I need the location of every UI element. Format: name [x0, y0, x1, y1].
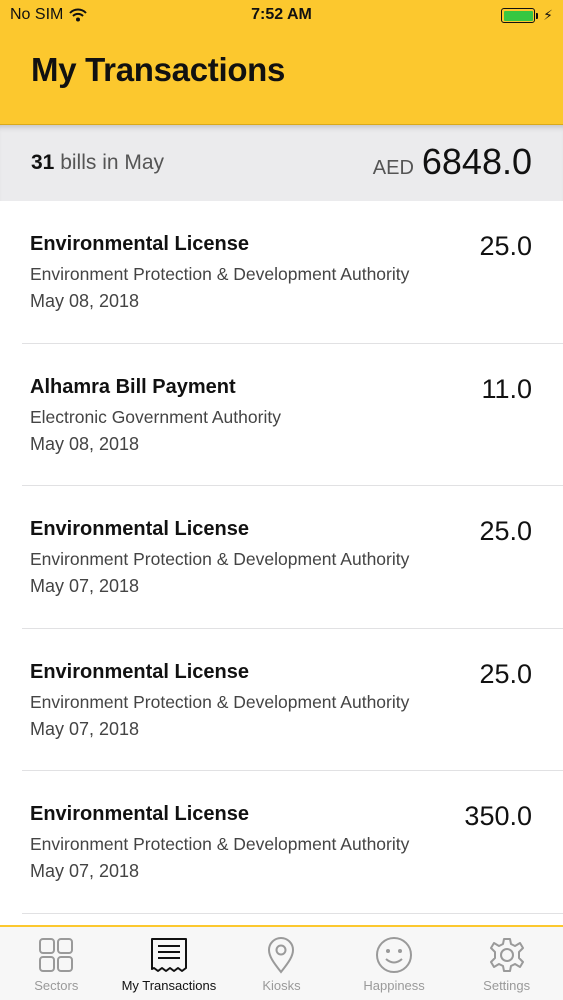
transaction-title: Environmental License	[30, 803, 249, 826]
transaction-amount: 25.0	[479, 658, 532, 689]
bill-count-suffix: bills in May	[54, 151, 165, 174]
tab-label: Sectors	[34, 978, 79, 993]
tab-my-transactions[interactable]: My Transactions	[113, 927, 226, 1000]
charging-icon: ⚡	[543, 7, 553, 23]
battery-fill	[503, 10, 533, 21]
page-title: My Transactions	[31, 51, 286, 88]
transaction-authority: Electronic Government Authority	[30, 406, 281, 427]
tab-kiosks[interactable]: Kiosks	[225, 927, 338, 1000]
status-time: 7:52 AM	[251, 6, 312, 23]
transaction-date: May 07, 2018	[30, 718, 140, 739]
location-pin-icon	[268, 937, 295, 974]
transaction-title: Environmental License	[30, 233, 249, 255]
bill-count: 31	[31, 151, 55, 174]
transaction-title: Environmental License	[30, 518, 249, 541]
transaction-authority: Environment Protection & Development Aut…	[30, 264, 410, 284]
tab-label: Happiness	[363, 978, 425, 993]
transaction-title: Environmental License	[30, 660, 249, 683]
receipt-icon	[150, 938, 187, 972]
battery-tip	[536, 12, 539, 19]
transaction-amount: 25.0	[479, 516, 532, 547]
gear-icon	[489, 938, 524, 972]
transaction-authority: Environment Protection & Development Aut…	[30, 549, 410, 570]
transaction-date: May 07, 2018	[30, 861, 140, 882]
transaction-date: May 08, 2018	[30, 433, 140, 454]
transaction-date: May 07, 2018	[30, 576, 140, 597]
smiley-icon	[376, 937, 413, 973]
battery-icon	[501, 8, 536, 23]
app-header: No SIM 7:52 AM ⚡ My Transactions	[0, 0, 563, 125]
transaction-authority: Environment Protection & Development Aut…	[30, 691, 410, 712]
transaction-authority: Environment Protection & Development Aut…	[30, 834, 410, 855]
grid-icon	[39, 938, 74, 972]
transaction-row[interactable]: Environmental License Environment Protec…	[22, 629, 563, 772]
transaction-date: May 08, 2018	[30, 291, 140, 311]
currency-label: AED	[372, 157, 414, 179]
transaction-row[interactable]: Alhamra Bill Payment Electronic Governme…	[22, 344, 563, 487]
transaction-row[interactable]: Environmental License Environment Protec…	[22, 486, 563, 629]
total-amount-summary: AED 6848.0	[373, 141, 532, 183]
tab-settings[interactable]: Settings	[450, 927, 563, 1000]
transaction-list[interactable]: Environmental License Environment Protec…	[0, 201, 563, 914]
transaction-row[interactable]: Environmental License Environment Protec…	[22, 201, 563, 344]
transaction-title: Alhamra Bill Payment	[30, 375, 236, 398]
tab-bar: Sectors My Transactions Kiosks Happiness	[0, 925, 563, 1000]
tab-label: My Transactions	[121, 978, 217, 993]
tab-sectors[interactable]: Sectors	[0, 927, 113, 1000]
bill-count-summary: 31 bills in May	[31, 151, 164, 175]
transaction-amount: 25.0	[479, 231, 532, 261]
tab-label: Kiosks	[262, 978, 301, 993]
status-bar: No SIM 7:52 AM ⚡	[0, 0, 563, 32]
summary-bar: 31 bills in May AED 6848.0	[0, 125, 563, 201]
transaction-amount: 350.0	[464, 801, 532, 832]
tab-label: Settings	[483, 978, 531, 993]
total-amount: 6848.0	[421, 141, 532, 182]
transaction-amount: 11.0	[481, 373, 532, 404]
status-right: ⚡	[501, 7, 553, 24]
tab-happiness[interactable]: Happiness	[338, 927, 451, 1000]
transaction-row[interactable]: Environmental License Environment Protec…	[22, 771, 563, 914]
